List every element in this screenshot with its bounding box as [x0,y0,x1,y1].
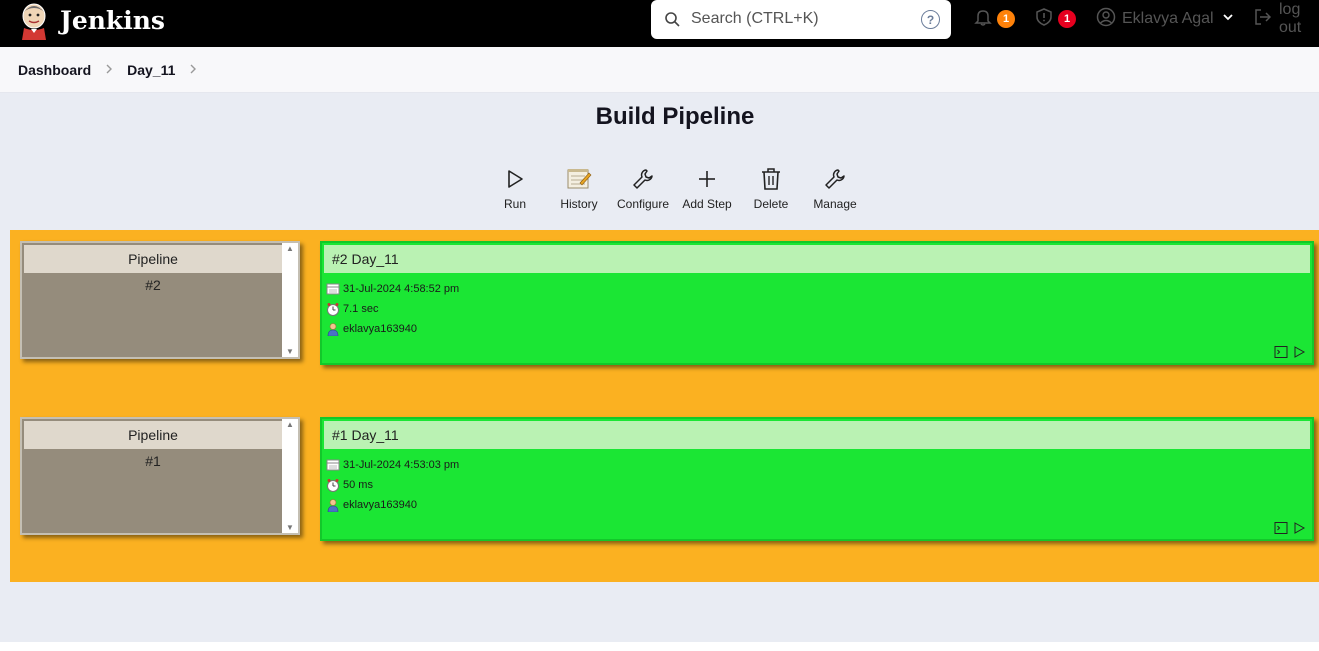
build-actions [1274,521,1306,535]
build-user: eklavya163940 [343,499,418,511]
configure-label: Configure [616,197,670,211]
pipeline-label: Pipeline [24,421,282,449]
add-step-label: Add Step [682,197,732,211]
pipeline-label: Pipeline [24,245,282,273]
calendar-icon [326,458,340,472]
run-label: Run [503,197,526,211]
rerun-icon[interactable] [1292,521,1306,535]
pipeline-scrollbar[interactable]: ▲ ▼ [282,419,298,533]
trash-icon [739,165,803,193]
breadcrumb-dashboard[interactable]: Dashboard [18,62,91,78]
jenkins-logo-icon [18,2,50,40]
calendar-icon [326,282,340,296]
build-user: eklavya163940 [343,323,418,335]
breadcrumb-separator-icon [105,62,113,78]
build-title[interactable]: #2 Day_11 [324,245,1310,273]
build-date-row: 31-Jul-2024 4:58:52 pm [326,281,459,297]
clock-icon [326,302,340,316]
history-button[interactable]: History [547,165,611,211]
rerun-icon[interactable] [1292,345,1306,359]
build-user-row: eklavya163940 [326,497,417,513]
wrench-icon [611,165,675,193]
shield-icon [1034,7,1054,32]
build-duration-row: 7.1 sec [326,301,378,317]
search-box[interactable]: ? [651,0,951,39]
build-duration-row: 50 ms [326,477,373,493]
wrench-icon [803,165,867,193]
top-header: Jenkins ? 1 1 Eklavya Agal log out [0,0,1319,47]
scroll-up-icon[interactable]: ▲ [286,244,294,253]
plus-icon [675,165,739,193]
logout-link[interactable]: log out [1253,0,1319,38]
user-icon [326,498,340,513]
chevron-down-icon [1222,10,1234,28]
pipeline-scrollbar[interactable]: ▲ ▼ [282,243,298,357]
main-content: Build Pipeline Run History Configure Add… [0,93,1319,642]
bell-icon [973,7,993,32]
build-card[interactable]: #2 Day_11 31-Jul-2024 4:58:52 pm 7.1 sec… [320,241,1314,365]
user-icon [326,322,340,337]
search-icon [664,11,681,28]
security-button[interactable]: 1 [1034,0,1076,38]
pipeline-box[interactable]: Pipeline #2 ▲ ▼ [20,241,300,359]
clock-icon [326,478,340,492]
search-input[interactable] [691,8,911,30]
breadcrumb-job[interactable]: Day_11 [127,62,175,78]
user-name: Eklavya Agal [1122,10,1214,27]
build-user-row: eklavya163940 [326,321,417,337]
build-actions [1274,345,1306,359]
history-label: History [560,197,598,211]
security-badge: 1 [1058,10,1076,28]
delete-button[interactable]: Delete [739,165,803,211]
configure-button[interactable]: Configure [611,165,675,211]
pipeline-number[interactable]: #1 [24,453,282,469]
notifications-button[interactable]: 1 [973,0,1015,38]
build-date: 31-Jul-2024 4:53:03 pm [343,459,460,471]
scroll-up-icon[interactable]: ▲ [286,420,294,429]
manage-button[interactable]: Manage [803,165,867,211]
add-step-button[interactable]: Add Step [675,165,739,211]
pipeline-number[interactable]: #2 [24,277,282,293]
manage-label: Manage [813,197,857,211]
play-icon [483,165,547,193]
notepad-icon [547,165,611,193]
logout-icon [1253,7,1273,32]
build-date: 31-Jul-2024 4:58:52 pm [343,283,460,295]
brand-name: Jenkins [60,5,165,35]
build-date-row: 31-Jul-2024 4:53:03 pm [326,457,459,473]
user-menu[interactable]: Eklavya Agal [1096,0,1234,38]
jenkins-home-link[interactable]: Jenkins [18,0,165,40]
console-icon[interactable] [1274,521,1288,535]
build-duration: 50 ms [343,479,373,491]
build-duration: 7.1 sec [343,303,379,315]
console-icon[interactable] [1274,345,1288,359]
page-title: Build Pipeline [595,103,755,130]
scroll-down-icon[interactable]: ▼ [286,523,294,532]
breadcrumb-separator-icon[interactable] [189,62,197,78]
build-card[interactable]: #1 Day_11 31-Jul-2024 4:53:03 pm 50 ms e… [320,417,1314,541]
breadcrumb: Dashboard Day_11 [0,47,1319,93]
scroll-down-icon[interactable]: ▼ [286,347,294,356]
delete-label: Delete [753,197,789,211]
logout-label: log out [1279,1,1302,36]
user-icon [1096,7,1116,32]
notifications-badge: 1 [997,10,1015,28]
pipeline-box[interactable]: Pipeline #1 ▲ ▼ [20,417,300,535]
pipeline-stage: Pipeline #2 ▲ ▼ #2 Day_11 31-Jul-2024 4:… [10,230,1319,582]
run-button[interactable]: Run [483,165,547,211]
help-icon[interactable]: ? [921,10,940,29]
build-title[interactable]: #1 Day_11 [324,421,1310,449]
